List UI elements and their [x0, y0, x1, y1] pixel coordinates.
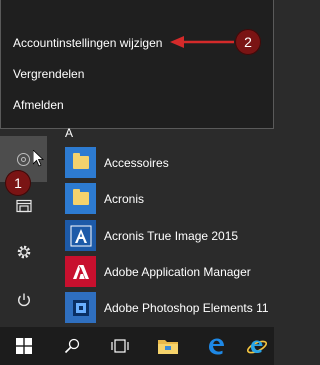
taskbar-file-explorer[interactable]	[144, 327, 192, 365]
power-icon	[17, 293, 30, 307]
task-view-icon	[111, 339, 129, 353]
app-list-section-letter[interactable]: A	[65, 126, 73, 140]
callout-badge-2: 2	[235, 29, 261, 55]
app-list-item-accessoires[interactable]: Accessoires	[65, 147, 274, 179]
taskbar	[0, 327, 274, 365]
acronis-true-image-icon	[65, 220, 96, 251]
power-rail-button[interactable]	[0, 280, 47, 320]
taskbar-internet-explorer[interactable]	[240, 327, 274, 365]
file-explorer-icon	[15, 199, 32, 213]
folder-icon	[65, 183, 96, 214]
user-icon	[17, 152, 30, 166]
app-label: Adobe Application Manager	[104, 265, 251, 279]
app-list-item-adobe-application-manager[interactable]: Adobe Application Manager	[65, 256, 274, 288]
app-list-item-acronis[interactable]: Acronis	[65, 183, 274, 215]
task-view-button[interactable]	[96, 327, 144, 365]
app-label: Adobe Photoshop Elements 11	[104, 301, 269, 315]
folder-icon	[65, 147, 96, 178]
taskbar-edge[interactable]	[192, 327, 240, 365]
adobe-icon	[65, 256, 96, 287]
settings-icon	[17, 245, 30, 259]
annotation-arrow	[170, 36, 234, 48]
internet-explorer-icon	[246, 340, 268, 354]
account-flyout-menu: Accountinstellingen wijzigen Vergrendele…	[0, 0, 274, 129]
start-button[interactable]	[0, 327, 48, 365]
file-explorer-rail-button[interactable]	[0, 186, 47, 226]
menu-item-sign-out[interactable]: Afmelden	[13, 98, 64, 112]
settings-rail-button[interactable]	[0, 232, 47, 272]
app-label: Accessoires	[104, 156, 169, 170]
file-explorer-icon	[158, 340, 178, 354]
app-list-item-adobe-photoshop-elements[interactable]: Adobe Photoshop Elements 11	[65, 292, 274, 324]
menu-item-lock[interactable]: Vergrendelen	[13, 67, 84, 81]
edge-icon	[209, 338, 224, 355]
search-button[interactable]	[48, 327, 96, 365]
search-icon	[64, 338, 80, 354]
app-list-item-acronis-true-image[interactable]: Acronis True Image 2015	[65, 220, 274, 252]
mouse-cursor-icon	[33, 150, 45, 167]
app-label: Acronis True Image 2015	[104, 229, 239, 243]
app-label: Acronis	[104, 192, 145, 206]
windows-start-icon	[16, 338, 32, 354]
menu-item-change-account-settings[interactable]: Accountinstellingen wijzigen	[13, 36, 162, 50]
photoshop-elements-icon	[65, 292, 96, 323]
